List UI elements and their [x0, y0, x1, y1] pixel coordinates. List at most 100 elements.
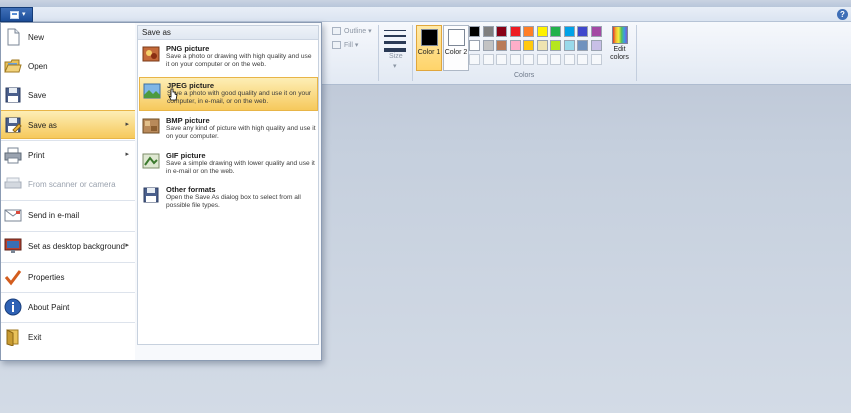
palette-color-swatch[interactable]: [536, 40, 548, 51]
palette-color-swatch[interactable]: [536, 54, 548, 65]
mouse-pointer-icon: [168, 88, 178, 101]
size-line-thin: [384, 30, 406, 31]
properties-checkmark-icon: [4, 270, 22, 286]
palette-color-swatch[interactable]: [577, 40, 588, 51]
color1-label: Color 1: [417, 49, 441, 56]
paint-menu-button[interactable]: ▾: [0, 7, 33, 22]
palette-color-swatch[interactable]: [482, 54, 494, 65]
palette-color-swatch[interactable]: [469, 26, 480, 37]
fill-label: Fill: [344, 42, 353, 49]
palette-color-swatch[interactable]: [590, 40, 602, 51]
exit-icon: [6, 329, 19, 346]
palette-color-swatch[interactable]: [482, 40, 494, 51]
menu-item-send-email[interactable]: Send in e-mail: [1, 201, 135, 230]
palette-color-swatch[interactable]: [563, 54, 575, 65]
save-as-option-desc: Save a simple drawing with lower quality…: [166, 160, 315, 176]
palette-color-swatch[interactable]: [523, 26, 534, 37]
save-as-jpeg[interactable]: JPEG picture Save a photo with good qual…: [139, 77, 318, 111]
save-as-option-title: BMP picture: [166, 116, 210, 125]
menu-item-exit[interactable]: Exit: [1, 323, 135, 352]
menu-item-label: Exit: [28, 333, 42, 342]
paint-app-icon: [10, 11, 19, 19]
size-chevron-icon: ▾: [393, 63, 397, 70]
menu-item-set-desktop-background[interactable]: Set as desktop background ▸: [1, 232, 135, 261]
jpeg-picture-icon: [143, 83, 161, 99]
menu-item-new[interactable]: New: [1, 23, 135, 52]
fill-dropdown[interactable]: Fill ▾: [332, 41, 358, 50]
gif-picture-icon: [142, 153, 160, 169]
menu-item-label: Save: [28, 91, 47, 100]
palette-color-swatch[interactable]: [482, 26, 494, 37]
outline-label: Outline: [344, 28, 367, 35]
palette-color-swatch[interactable]: [469, 54, 480, 65]
size-line-thick: [384, 41, 406, 44]
menu-item-label: Properties: [28, 273, 65, 282]
edit-colors-button[interactable]: Edit colors: [607, 26, 632, 72]
palette-color-swatch[interactable]: [550, 26, 561, 37]
palette-color-swatch[interactable]: [577, 26, 588, 37]
help-icon[interactable]: ?: [837, 9, 848, 20]
email-icon: [4, 209, 22, 222]
info-icon: [4, 298, 22, 316]
palette-color-swatch[interactable]: [509, 40, 521, 51]
save-as-option-title: Other formats: [166, 185, 216, 194]
application-menu: New Open Save Save as ▸ Print ▸ From sca…: [0, 22, 322, 361]
menu-item-label: Save as: [28, 121, 57, 130]
palette-color-swatch[interactable]: [550, 54, 561, 65]
ribbon-divider: [378, 25, 379, 81]
save-as-option-title: GIF picture: [166, 151, 206, 160]
application-menu-commands: New Open Save Save as ▸ Print ▸ From sca…: [1, 23, 135, 360]
menu-item-from-scanner: From scanner or camera: [1, 170, 135, 199]
palette-color-swatch[interactable]: [496, 26, 507, 37]
menu-item-label: Print: [28, 151, 45, 160]
save-as-png[interactable]: PNG picture Save a photo or drawing with…: [139, 41, 318, 75]
palette-color-swatch[interactable]: [577, 54, 588, 65]
save-disk-icon: [5, 87, 21, 103]
rainbow-palette-icon: [611, 26, 628, 44]
ribbon-tab-strip: [0, 7, 851, 22]
color1-button[interactable]: Color 1: [416, 25, 442, 71]
palette-color-swatch[interactable]: [590, 54, 602, 65]
size-line-thickest: [384, 48, 406, 52]
save-as-bmp[interactable]: BMP picture Save any kind of picture wit…: [139, 113, 318, 147]
edit-colors-label: Edit colors: [610, 46, 629, 61]
palette-color-swatch[interactable]: [509, 26, 521, 37]
save-as-option-desc: Open the Save As dialog box to select fr…: [166, 194, 301, 210]
ribbon-divider: [412, 25, 413, 81]
open-folder-icon: [4, 59, 22, 73]
palette-color-swatch[interactable]: [563, 26, 575, 37]
scanner-icon: [4, 177, 22, 189]
outline-dropdown[interactable]: Outline ▾: [332, 27, 372, 36]
menu-item-save-as[interactable]: Save as ▸: [1, 110, 135, 139]
menu-item-print[interactable]: Print ▸: [1, 141, 135, 170]
palette-color-swatch[interactable]: [496, 40, 507, 51]
menu-item-label: From scanner or camera: [28, 180, 116, 189]
menu-item-save[interactable]: Save: [1, 81, 135, 110]
printer-icon: [4, 147, 22, 164]
menu-item-open[interactable]: Open: [1, 52, 135, 81]
palette-color-swatch[interactable]: [536, 26, 548, 37]
save-as-gif[interactable]: GIF picture Save a simple drawing with l…: [139, 148, 318, 182]
menu-item-about-paint[interactable]: About Paint: [1, 293, 135, 322]
palette-color-swatch[interactable]: [523, 54, 534, 65]
ribbon-divider: [636, 25, 637, 81]
menu-item-properties[interactable]: Properties: [1, 263, 135, 292]
palette-color-swatch[interactable]: [523, 40, 534, 51]
palette-color-swatch[interactable]: [496, 54, 507, 65]
menu-item-label: Set as desktop background: [28, 242, 125, 251]
menu-item-label: About Paint: [28, 303, 70, 312]
palette-color-swatch[interactable]: [590, 26, 602, 37]
color2-swatch: [448, 29, 465, 46]
color1-swatch: [421, 29, 438, 46]
desktop-background-icon: [4, 238, 22, 253]
palette-color-swatch[interactable]: [563, 40, 575, 51]
save-as-submenu: Save as PNG picture Save a photo or draw…: [137, 25, 319, 345]
png-picture-icon: [142, 46, 160, 62]
save-as-other-formats[interactable]: Other formats Open the Save As dialog bo…: [139, 182, 318, 216]
save-as-option-desc: Save a photo with good quality and use i…: [167, 90, 312, 106]
palette-color-swatch[interactable]: [550, 40, 561, 51]
palette-color-swatch[interactable]: [509, 54, 521, 65]
color2-button[interactable]: Color 2: [443, 25, 469, 71]
submenu-arrow-icon: ▸: [125, 151, 129, 158]
palette-color-swatch[interactable]: [469, 40, 480, 51]
